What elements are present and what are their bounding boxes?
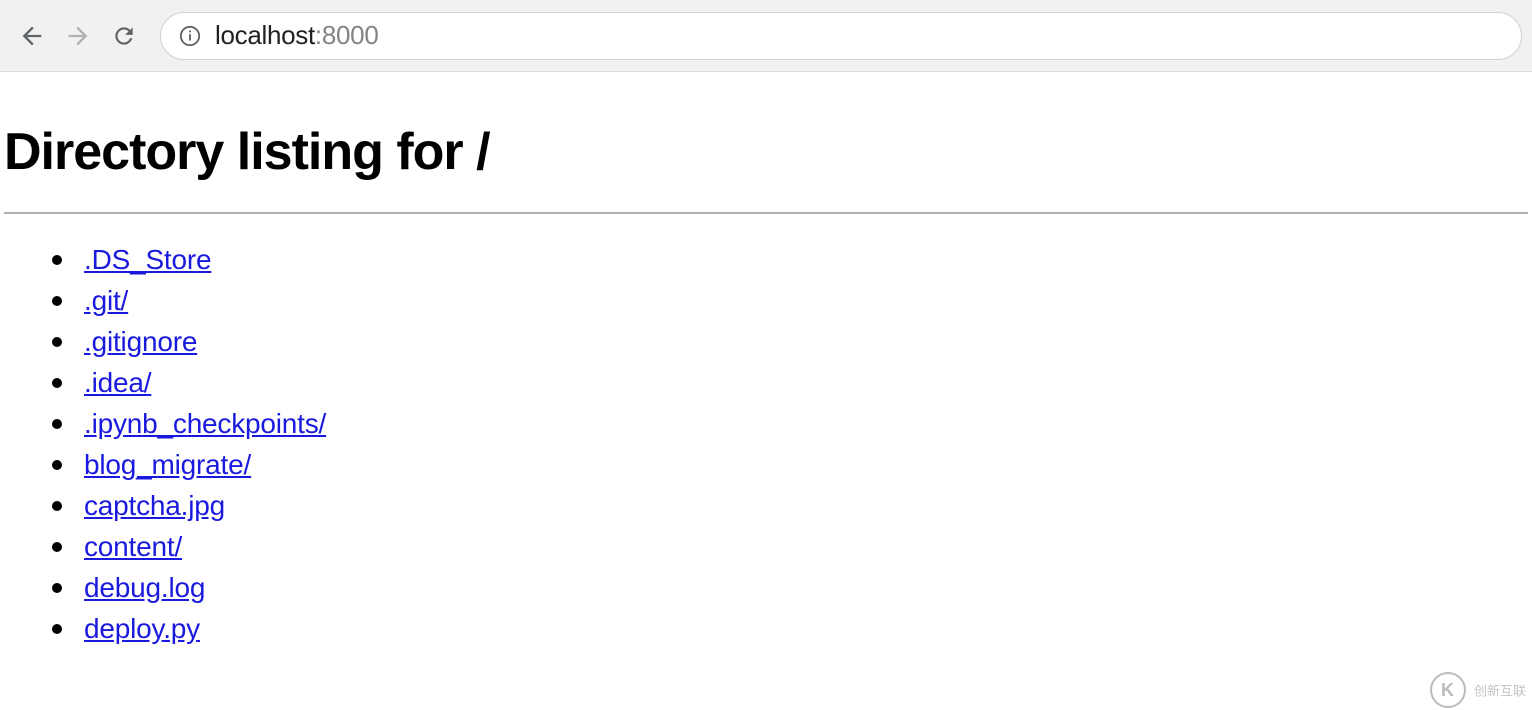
- file-link[interactable]: content/: [84, 531, 182, 563]
- bullet-icon: [52, 624, 62, 634]
- url-port: :8000: [315, 20, 379, 50]
- list-item: debug.log: [52, 572, 1532, 604]
- info-icon[interactable]: [179, 25, 201, 47]
- bullet-icon: [52, 378, 62, 388]
- reload-icon: [111, 23, 137, 49]
- browser-toolbar: localhost:8000: [0, 0, 1532, 72]
- directory-listing: .DS_Store .git/ .gitignore .idea/ .ipynb…: [0, 244, 1532, 645]
- address-bar[interactable]: localhost:8000: [160, 12, 1522, 60]
- bullet-icon: [52, 255, 62, 265]
- bullet-icon: [52, 501, 62, 511]
- watermark-text: 创新互联: [1474, 684, 1526, 699]
- file-link[interactable]: .DS_Store: [84, 244, 211, 276]
- list-item: captcha.jpg: [52, 490, 1532, 522]
- file-link[interactable]: .git/: [84, 285, 128, 317]
- forward-arrow-icon: [64, 22, 92, 50]
- list-item: blog_migrate/: [52, 449, 1532, 481]
- file-link[interactable]: deploy.py: [84, 613, 200, 645]
- bullet-icon: [52, 542, 62, 552]
- watermark: K 创新互联: [1430, 672, 1526, 708]
- file-link[interactable]: blog_migrate/: [84, 449, 251, 481]
- file-link[interactable]: .idea/: [84, 367, 151, 399]
- reload-button[interactable]: [102, 14, 146, 58]
- list-item: .ipynb_checkpoints/: [52, 408, 1532, 440]
- file-link[interactable]: .gitignore: [84, 326, 197, 358]
- bullet-icon: [52, 419, 62, 429]
- list-item: .idea/: [52, 367, 1532, 399]
- url-host: localhost: [215, 20, 315, 50]
- list-item: content/: [52, 531, 1532, 563]
- url-text: localhost:8000: [215, 20, 379, 51]
- list-item: .git/: [52, 285, 1532, 317]
- bullet-icon: [52, 337, 62, 347]
- file-link[interactable]: .ipynb_checkpoints/: [84, 408, 326, 440]
- page-title: Directory listing for /: [4, 122, 1532, 182]
- list-item: .gitignore: [52, 326, 1532, 358]
- forward-button[interactable]: [56, 14, 100, 58]
- file-link[interactable]: captcha.jpg: [84, 490, 225, 522]
- divider: [4, 212, 1528, 214]
- list-item: .DS_Store: [52, 244, 1532, 276]
- back-button[interactable]: [10, 14, 54, 58]
- bullet-icon: [52, 583, 62, 593]
- file-link[interactable]: debug.log: [84, 572, 205, 604]
- watermark-logo-icon: K: [1430, 672, 1466, 708]
- page-content: Directory listing for / .DS_Store .git/ …: [0, 122, 1532, 645]
- bullet-icon: [52, 460, 62, 470]
- back-arrow-icon: [18, 22, 46, 50]
- bullet-icon: [52, 296, 62, 306]
- list-item: deploy.py: [52, 613, 1532, 645]
